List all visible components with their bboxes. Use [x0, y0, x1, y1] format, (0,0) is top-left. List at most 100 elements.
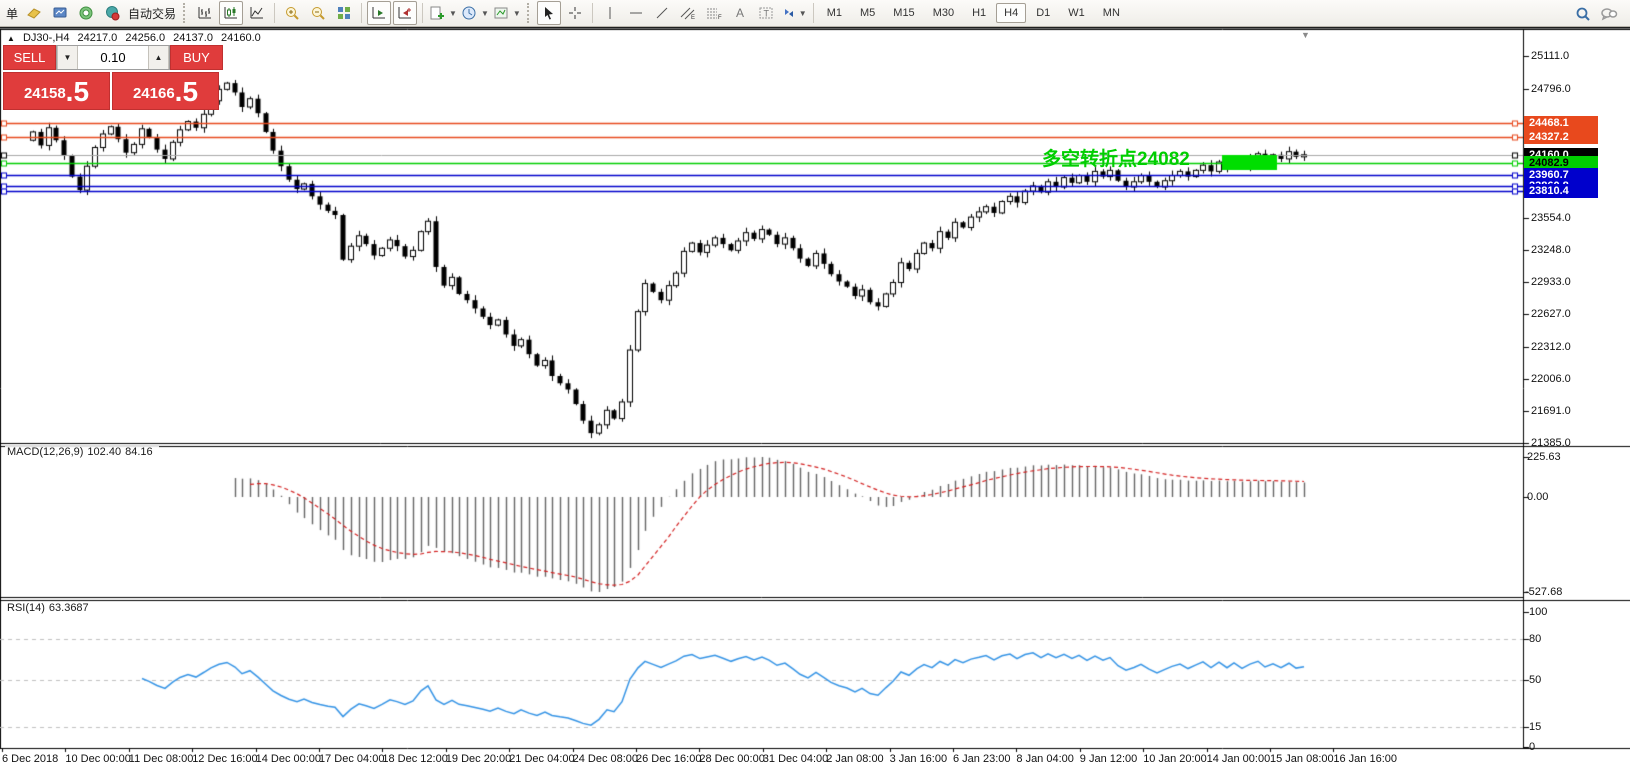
time-axis-label: 14 Dec 00:00 — [256, 753, 321, 765]
toolbar-separator — [274, 3, 275, 23]
rsi-axis-label: 80 — [1529, 633, 1541, 645]
svg-text:E: E — [691, 15, 695, 21]
time-axis-label: 14 Jan 00:00 — [1207, 753, 1271, 765]
macd-axis-label: 225.63 — [1527, 451, 1561, 463]
indicators-icon[interactable]: ▼ — [428, 1, 458, 25]
volume-increase-icon[interactable]: ▲ — [148, 46, 169, 69]
quotes-icon[interactable] — [22, 1, 46, 25]
sell-button[interactable]: SELL — [3, 45, 56, 70]
auto-trading-icon[interactable] — [100, 1, 124, 25]
new-order-button[interactable]: 单 — [6, 5, 18, 22]
pivot-annotation-text: 多空转折点24082 — [1042, 144, 1190, 171]
sell-price-base: 24158 — [24, 81, 66, 107]
vertical-line-icon[interactable] — [598, 1, 622, 25]
chat-icon[interactable] — [1597, 2, 1621, 26]
search-icon[interactable] — [1571, 2, 1595, 26]
candlestick-icon[interactable] — [219, 1, 243, 25]
rsi-axis-label: 15 — [1529, 721, 1541, 733]
time-axis-label: 3 Jan 16:00 — [890, 753, 948, 765]
chart-canvas[interactable] — [0, 0, 1630, 773]
toolbar-handle — [527, 3, 532, 23]
time-axis-label: 2 Jan 08:00 — [826, 753, 884, 765]
horizontal-line-icon[interactable] — [624, 1, 648, 25]
price-tick-label: 22312.0 — [1531, 341, 1571, 353]
level-tag-23810.4: 23810.4 — [1524, 184, 1598, 198]
time-axis-label: 21 Dec 04:00 — [509, 753, 574, 765]
price-tick-label: 23554.0 — [1531, 212, 1571, 224]
time-axis-label: 12 Dec 16:00 — [192, 753, 257, 765]
ohlc-open: 24217.0 — [78, 32, 118, 44]
timeframe-M5[interactable]: M5 — [852, 3, 883, 23]
collapse-marker-icon[interactable]: ▲ — [7, 34, 15, 43]
time-axis-label: 9 Jan 12:00 — [1080, 753, 1138, 765]
time-axis-label: 18 Dec 12:00 — [382, 753, 447, 765]
chart-shift-marker-icon: ▼ — [1301, 30, 1310, 40]
sell-price-display[interactable]: 24158 .5 — [3, 72, 110, 110]
timeframe-H1[interactable]: H1 — [964, 3, 994, 23]
label-icon[interactable]: T — [754, 1, 778, 25]
chart-shift-icon[interactable] — [393, 1, 417, 25]
time-axis-label: 28 Dec 00:00 — [699, 753, 764, 765]
time-axis-label: 16 Jan 16:00 — [1333, 753, 1397, 765]
arrows-icon[interactable]: ▼ — [780, 1, 808, 25]
buy-price-frac: .5 — [175, 77, 198, 107]
fibonacci-icon[interactable]: F — [702, 1, 726, 25]
navigator-icon[interactable] — [74, 1, 98, 25]
zoom-in-icon[interactable] — [280, 1, 304, 25]
time-axis-label: 8 Jan 04:00 — [1016, 753, 1074, 765]
time-axis-label: 17 Dec 04:00 — [319, 753, 384, 765]
timeframe-W1[interactable]: W1 — [1060, 3, 1093, 23]
cursor-icon[interactable] — [537, 1, 561, 25]
volume-decrease-icon[interactable]: ▼ — [57, 46, 78, 69]
rsi-axis-label: 100 — [1529, 606, 1547, 618]
time-axis-label: 10 Dec 00:00 — [65, 753, 130, 765]
rsi-axis-label: 0 — [1529, 741, 1535, 753]
time-axis-label: 31 Dec 04:00 — [763, 753, 828, 765]
buy-price-display[interactable]: 24166 .5 — [112, 72, 219, 110]
buy-button[interactable]: BUY — [170, 45, 223, 70]
timeframe-M30[interactable]: M30 — [925, 3, 962, 23]
toolbar-handle — [183, 3, 188, 23]
periods-icon[interactable]: ▼ — [460, 1, 490, 25]
timeframe-D1[interactable]: D1 — [1028, 3, 1058, 23]
sell-price-frac: .5 — [66, 77, 89, 107]
templates-icon[interactable]: ▼ — [492, 1, 522, 25]
rsi-label: RSI(14)63.3687 — [5, 602, 95, 614]
time-axis-label: 11 Dec 08:00 — [129, 753, 194, 765]
zoom-out-icon[interactable] — [306, 1, 330, 25]
toolbar: 单 自动交易 — [0, 0, 1630, 27]
macd-label: MACD(12,26,9)102.4084.16 — [5, 446, 159, 458]
one-click-trade-panel: SELL ▼ ▲ BUY 24158 .5 24166 .5 — [3, 45, 223, 110]
crosshair-icon[interactable] — [563, 1, 587, 25]
bar-chart-icon[interactable] — [193, 1, 217, 25]
timeframe-H4[interactable]: H4 — [996, 3, 1026, 23]
ohlc-close: 24160.0 — [221, 32, 261, 44]
toolbar-separator — [361, 3, 362, 23]
symbol-period: DJ30-,H4 — [23, 32, 69, 44]
time-axis-label: 10 Jan 20:00 — [1143, 753, 1207, 765]
toolbar-separator — [592, 3, 593, 23]
rsi-axis-label: 50 — [1529, 674, 1541, 686]
ohlc-low: 24137.0 — [173, 32, 213, 44]
svg-text:T: T — [763, 9, 769, 19]
svg-text:A: A — [736, 6, 744, 20]
tile-windows-icon[interactable] — [332, 1, 356, 25]
line-chart-icon[interactable] — [245, 1, 269, 25]
time-axis-label: 6 Jan 23:00 — [953, 753, 1011, 765]
auto-trading-button[interactable]: 自动交易 — [128, 5, 176, 22]
data-window-icon[interactable] — [48, 1, 72, 25]
price-tick-label: 22006.0 — [1531, 373, 1571, 385]
toolbar-separator — [813, 3, 814, 23]
volume-input[interactable] — [78, 46, 148, 69]
auto-scroll-icon[interactable] — [367, 1, 391, 25]
timeframe-M15[interactable]: M15 — [885, 3, 922, 23]
text-icon[interactable]: A — [728, 1, 752, 25]
channel-icon[interactable]: E — [676, 1, 700, 25]
level-tag-24327.2: 24327.2 — [1524, 130, 1598, 144]
time-axis-label: 24 Dec 08:00 — [573, 753, 638, 765]
volume-stepper: ▼ ▲ — [56, 45, 170, 70]
timeframe-MN[interactable]: MN — [1095, 3, 1128, 23]
trendline-icon[interactable] — [650, 1, 674, 25]
timeframe-M1[interactable]: M1 — [819, 3, 850, 23]
buy-price-base: 24166 — [133, 81, 175, 107]
